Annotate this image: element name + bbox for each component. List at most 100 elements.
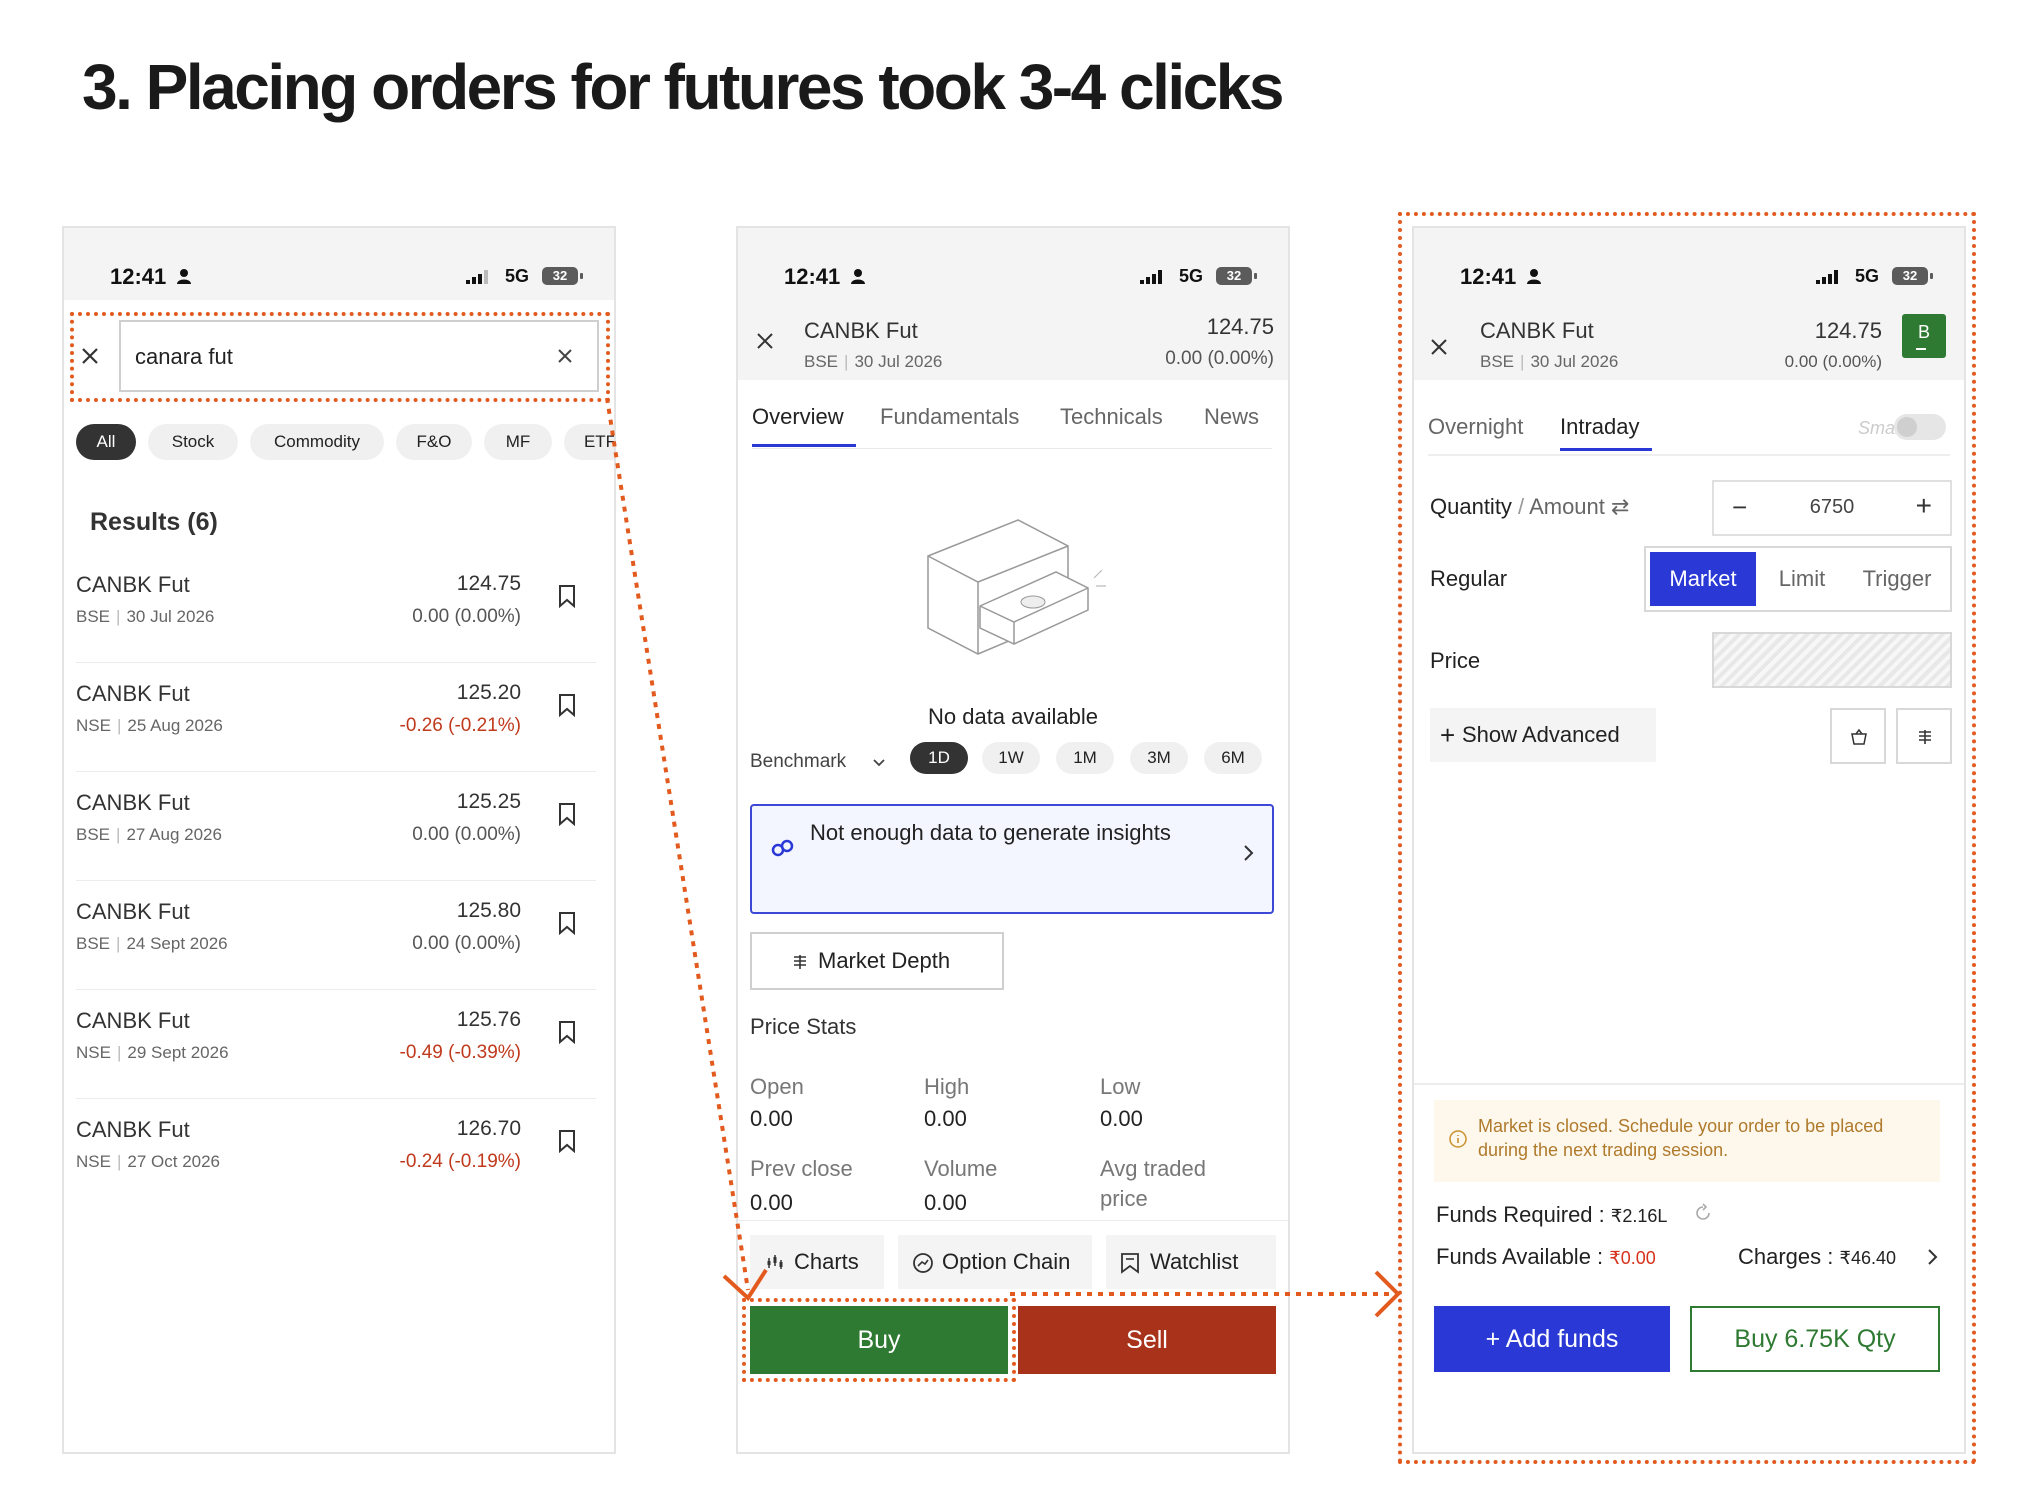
expiry-label: 27 Aug 2026 xyxy=(126,825,222,844)
instrument-meta: BSE | 27 Aug 2026 xyxy=(76,825,222,844)
instrument-price: 124.75 xyxy=(456,572,521,595)
stat-high-value: 0.00 xyxy=(924,1106,967,1131)
result-row[interactable]: CANBK Fut NSE | 29 Sept 2026 125.76 -0.49 … xyxy=(76,990,596,1099)
benchmark-dropdown[interactable]: Benchmark xyxy=(750,751,846,773)
result-row[interactable]: CANBK Fut BSE | 24 Sept 2026 125.80 0.00 (… xyxy=(76,881,596,990)
filter-chip-mf[interactable]: MF xyxy=(484,424,552,460)
filter-chip-fno[interactable]: F&O xyxy=(396,424,472,460)
arrowhead-to-order xyxy=(1374,1270,1401,1318)
bookmark-icon[interactable] xyxy=(558,584,576,608)
exchange-label: NSE xyxy=(76,1043,111,1062)
tab-technicals[interactable]: Technicals xyxy=(1060,404,1163,430)
depth-icon xyxy=(794,955,806,969)
charts-button[interactable]: Charts xyxy=(750,1235,884,1289)
signal-icon xyxy=(1140,270,1162,284)
instrument-change: 0.00 (0.00%) xyxy=(412,606,521,627)
instrument-meta: NSE | 29 Sept 2026 xyxy=(76,1043,229,1062)
result-row[interactable]: CANBK Fut NSE | 27 Oct 2026 126.70 -0.24 (… xyxy=(76,1099,596,1207)
stat-low-label: Low xyxy=(1100,1074,1141,1099)
exchange-label: BSE xyxy=(76,607,111,626)
expiry-label: 27 Oct 2026 xyxy=(127,1152,221,1171)
instrument-meta: BSE | 30 Jul 2026 xyxy=(76,607,215,626)
instrument-name: CANBK Fut xyxy=(76,1008,190,1033)
instrument-price: 125.76 xyxy=(456,1008,521,1031)
range-3m[interactable]: 3M xyxy=(1130,742,1188,774)
range-6m[interactable]: 6M xyxy=(1204,742,1262,774)
market-depth-label: Market Depth xyxy=(818,948,951,973)
network-label: 5G xyxy=(504,266,529,286)
battery-icon: 32 xyxy=(1216,267,1257,285)
annotation-highlight-search xyxy=(70,312,610,402)
insights-card[interactable]: Not enough data to generate insights xyxy=(750,804,1274,914)
instrument-change: -0.26 (-0.21%) xyxy=(399,715,521,736)
bookmark-icon[interactable] xyxy=(558,1129,576,1153)
status-time: 12:41 xyxy=(784,264,841,289)
instrument-name: CANBK Fut xyxy=(76,790,190,815)
instrument-name: CANBK Fut xyxy=(76,1117,190,1142)
instrument-name: CANBK Fut xyxy=(76,681,190,706)
instrument-header: CANBK Fut BSE | 30 Jul 2026 124.75 0.00 (0… xyxy=(738,300,1288,380)
close-icon[interactable] xyxy=(756,332,774,350)
expiry-label: 25 Aug 2026 xyxy=(127,716,223,735)
option-chain-label: Option Chain xyxy=(942,1249,1071,1274)
signal-icon xyxy=(466,270,488,284)
stat-volume-label: Volume xyxy=(924,1156,998,1181)
tab-news[interactable]: News xyxy=(1204,404,1259,430)
market-depth-button[interactable]: Market Depth xyxy=(750,932,1004,990)
instrument-name: CANBK Fut xyxy=(76,899,190,924)
price-stats-heading: Price Stats xyxy=(750,1014,857,1039)
exchange-label: BSE xyxy=(76,825,111,844)
watchlist-icon xyxy=(1121,1253,1139,1274)
bookmark-icon[interactable] xyxy=(558,911,576,935)
chevron-down-icon[interactable] xyxy=(872,758,886,768)
result-row[interactable]: CANBK Fut BSE | 27 Aug 2026 125.25 0.00 (0… xyxy=(76,772,596,881)
watchlist-label: Watchlist xyxy=(1150,1249,1239,1274)
detail-tabs: Overview Fundamentals Technicals News xyxy=(752,404,1272,449)
result-row[interactable]: CANBK Fut NSE | 25 Aug 2026 125.20 -0.26 (… xyxy=(76,663,596,772)
instrument-name: CANBK Fut xyxy=(804,318,918,343)
stat-prev-close-label: Prev close xyxy=(750,1156,853,1181)
bookmark-icon[interactable] xyxy=(558,1020,576,1044)
range-1w[interactable]: 1W xyxy=(982,742,1040,774)
stat-avg-traded-label: Avg traded xyxy=(1100,1156,1207,1181)
status-time: 12:41 xyxy=(110,264,167,289)
instrument-meta: BSE | 24 Sept 2026 xyxy=(76,934,228,953)
filter-chip-etf[interactable]: ETF xyxy=(564,424,614,460)
annotation-highlight-order-screen xyxy=(1398,212,1976,1464)
insights-text: Not enough data to generate insights xyxy=(810,820,1171,845)
instrument-change: 0.00 (0.00%) xyxy=(412,933,521,954)
stat-low-value: 0.00 xyxy=(1100,1106,1143,1131)
exchange-label: NSE xyxy=(76,716,111,735)
active-tab-indicator xyxy=(752,444,856,447)
filter-chip-all[interactable]: All xyxy=(76,424,136,460)
filter-chip-commodity[interactable]: Commodity xyxy=(250,424,384,460)
expiry-label: 30 Jul 2026 xyxy=(854,352,943,371)
tab-overview[interactable]: Overview xyxy=(752,404,844,430)
stat-volume-value: 0.00 xyxy=(924,1190,967,1215)
bookmark-icon[interactable] xyxy=(558,693,576,717)
filter-chip-stock[interactable]: Stock xyxy=(148,424,238,460)
exchange-label: BSE xyxy=(76,934,111,953)
stat-high-label: High xyxy=(924,1074,970,1099)
tab-fundamentals[interactable]: Fundamentals xyxy=(880,404,1019,430)
exchange-label: BSE xyxy=(804,352,839,371)
slide-title: 3. Placing orders for futures took 3-4 c… xyxy=(82,51,1284,123)
instrument-name: CANBK Fut xyxy=(76,572,190,597)
bookmark-icon[interactable] xyxy=(558,802,576,826)
stat-open-label: Open xyxy=(750,1074,804,1099)
watchlist-button[interactable]: Watchlist xyxy=(1106,1235,1276,1289)
option-chain-button[interactable]: Option Chain xyxy=(898,1235,1092,1289)
instrument-price: 125.20 xyxy=(456,681,521,704)
range-1d[interactable]: 1D xyxy=(910,742,968,774)
results-heading: Results (6) xyxy=(90,508,218,536)
status-bar: 12:41 5G 32 xyxy=(64,228,614,300)
link-icon xyxy=(771,839,794,857)
sell-button[interactable]: Sell xyxy=(1018,1306,1276,1374)
instrument-meta: BSE | 30 Jul 2026 xyxy=(804,352,943,371)
range-1m[interactable]: 1M xyxy=(1056,742,1114,774)
result-row[interactable]: CANBK Fut BSE | 30 Jul 2026 124.75 0.00 (0… xyxy=(76,554,596,663)
candlestick-icon xyxy=(767,1255,783,1269)
instrument-change: -0.24 (-0.19%) xyxy=(399,1151,521,1172)
instrument-change: 0.00 (0.00%) xyxy=(1165,348,1274,369)
instrument-price: 126.70 xyxy=(456,1117,521,1140)
